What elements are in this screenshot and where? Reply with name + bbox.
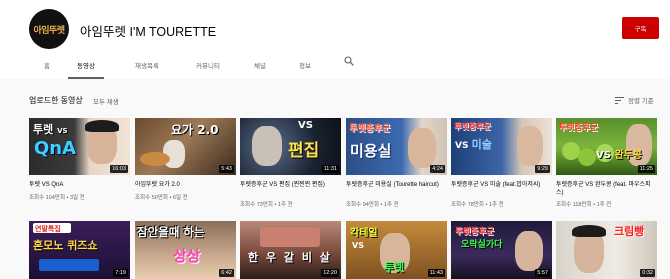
- video-thumbnail[interactable]: 투렛증후군 VS 미술 9:29: [451, 118, 552, 175]
- video-title[interactable]: 투렛증후군 미용실 (Tourette haircut): [346, 181, 447, 189]
- video-thumbnail[interactable]: 요가 2.0 5:43: [135, 118, 236, 175]
- tab-community[interactable]: 커뮤니티: [188, 50, 228, 79]
- video-duration: 6:42: [219, 269, 234, 277]
- channel-tabs: 홈 동영상 재생목록 커뮤니티 채널 정보: [0, 50, 670, 79]
- video-duration: 9:29: [535, 165, 550, 173]
- video-meta: 조회수 104만회 • 3일 전: [29, 195, 85, 201]
- video-title[interactable]: 투렛증후군 VS 미술 (feat.밥아저씨): [451, 181, 552, 189]
- video-duration: 7:19: [113, 269, 128, 277]
- video-thumbnail[interactable]: 칵테일 VS 투렛 11:43: [346, 221, 447, 279]
- video-meta: 조회수 118만회 • 1주 전: [556, 202, 612, 208]
- video-duration: 11:43: [427, 269, 445, 277]
- video-thumbnail[interactable]: 연말특집 혼모노 퀴즈쇼 7:19: [29, 221, 130, 279]
- channel-title: 아임뚜렛 I'M TOURETTE: [80, 25, 217, 39]
- video-duration: 11:31: [321, 165, 339, 173]
- video-duration: 12:20: [321, 269, 339, 277]
- sort-label: 정렬 기준: [628, 98, 654, 105]
- video-meta: 조회수 78만회 • 1주 전: [451, 202, 504, 208]
- video-title[interactable]: 투렛증후군 VS 편집 (찐찐찐 편집): [240, 181, 341, 189]
- video-duration: 5:57: [535, 269, 550, 277]
- video-duration: 16:03: [110, 165, 128, 173]
- video-meta: 조회수 94만회 • 1주 전: [346, 202, 399, 208]
- sort-icon: [615, 96, 624, 104]
- video-thumbnail[interactable]: 투렛증후군 VS 완두콩 11:25: [556, 118, 657, 175]
- video-title[interactable]: 투렛 VS QnA: [29, 181, 130, 189]
- video-duration: 5:43: [219, 165, 234, 173]
- video-thumbnail[interactable]: 투렛 VS QnA 16:03: [29, 118, 130, 175]
- video-meta: 조회수 50만회 • 6일 전: [135, 195, 188, 201]
- video-meta: 조회수 73만회 • 1주 전: [240, 202, 293, 208]
- video-title[interactable]: 투렛증후군 VS 완두콩 (feat. 마우스피스): [556, 181, 657, 197]
- tab-about[interactable]: 정보: [294, 50, 316, 79]
- tab-videos[interactable]: 동영상: [68, 50, 104, 79]
- video-title[interactable]: 아임뚜렛 요가 2.0: [135, 181, 236, 189]
- video-duration: 4:24: [430, 165, 445, 173]
- subscribe-button[interactable]: 구독: [622, 17, 659, 39]
- video-thumbnail[interactable]: VS 편집 11:31: [240, 118, 341, 175]
- video-duration: 0:32: [640, 269, 655, 277]
- video-thumbnail[interactable]: 잠안올때 하는 상상 6:42: [135, 221, 236, 279]
- tab-playlists[interactable]: 재생목록: [127, 50, 167, 79]
- video-thumbnail[interactable]: 한 우 갈 비 살 12:20: [240, 221, 341, 279]
- section-title: 업로드한 동영상: [29, 96, 83, 105]
- channel-avatar[interactable]: 아임뚜렛: [29, 9, 69, 49]
- video-thumbnail[interactable]: 투렛증후군 오락실가다 5:57: [451, 221, 552, 279]
- channel-header: 아임뚜렛 아임뚜렛 I'M TOURETTE 구독 홈 동영상 재생목록 커뮤니…: [0, 0, 670, 79]
- search-icon[interactable]: [344, 56, 354, 66]
- video-thumbnail[interactable]: 투렛증후군 미용실 4:24: [346, 118, 447, 175]
- sort-button[interactable]: 정렬 기준: [615, 95, 654, 105]
- avatar-text: 아임뚜렛: [33, 25, 65, 36]
- tab-channels[interactable]: 채널: [249, 50, 271, 79]
- tab-home[interactable]: 홈: [36, 50, 58, 79]
- video-duration: 11:25: [637, 165, 655, 173]
- play-all-button[interactable]: 모두 재생: [93, 96, 119, 106]
- video-thumbnail[interactable]: 크림빵 0:32: [556, 221, 657, 279]
